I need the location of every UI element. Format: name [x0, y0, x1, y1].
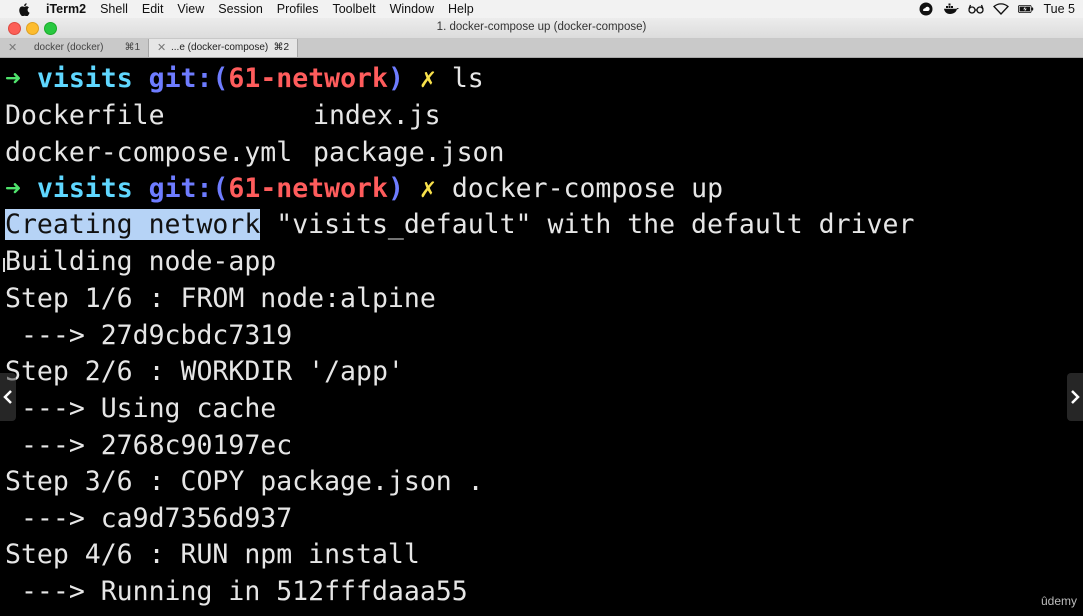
creative-cloud-icon[interactable]	[918, 2, 934, 16]
menu-view[interactable]: View	[177, 2, 204, 16]
prompt-arrow-icon: ➜	[5, 63, 21, 94]
menu-profiles[interactable]: Profiles	[277, 2, 319, 16]
prompt-git-close: )	[387, 173, 404, 204]
glasses-icon[interactable]	[968, 2, 985, 16]
menu-session[interactable]: Session	[218, 2, 262, 16]
selected-text[interactable]: Creating network	[5, 209, 261, 240]
tab-docker[interactable]: ✕ docker (docker) ⌘1	[0, 39, 149, 57]
prompt-directory: visits	[36, 63, 133, 94]
ls-output-row: docker-compose.yml package.json	[5, 134, 504, 171]
ls-entry: package.json	[313, 137, 505, 168]
ls-entry: index.js	[313, 100, 441, 131]
docker-whale-icon[interactable]	[943, 2, 960, 16]
menu-bar: iTerm2 Shell Edit View Session Profiles …	[0, 0, 1083, 18]
menu-app-iterm2[interactable]: iTerm2	[46, 2, 86, 16]
battery-icon[interactable]	[1018, 2, 1034, 16]
output-line: ---> 2768c90197ec	[5, 430, 293, 461]
output-line: Step 4/6 : RUN npm install	[5, 539, 420, 570]
prompt-dirty-icon: ✗	[419, 63, 436, 94]
output-line: ---> Using cache	[5, 393, 277, 424]
output-line: Step 2/6 : WORKDIR '/app'	[5, 356, 404, 387]
prompt-arrow-icon: ➜	[5, 173, 21, 204]
menu-clock[interactable]: Tue 5	[1043, 2, 1075, 16]
prompt-command: docker-compose up	[451, 173, 724, 204]
menu-shell[interactable]: Shell	[100, 2, 128, 16]
window-title: 1. docker-compose up (docker-compose)	[436, 21, 647, 33]
window-title-bar[interactable]: 1. docker-compose up (docker-compose)	[0, 18, 1083, 39]
tab-label: ...e (docker-compose)	[171, 42, 269, 53]
prompt-branch: 61-network	[228, 173, 388, 204]
tab-close-icon[interactable]: ✕	[157, 41, 166, 54]
output-text: "visits_default" with the default driver	[260, 209, 915, 240]
menu-toolbelt[interactable]: Toolbelt	[332, 2, 375, 16]
chevron-right-icon	[1071, 390, 1080, 404]
output-line: Step 3/6 : COPY package.json .	[5, 466, 484, 497]
terminal-output[interactable]: ➜ visits git:(61-network) ✗ ls Dockerfil…	[0, 58, 1083, 616]
ls-entry: Dockerfile	[5, 100, 165, 131]
output-line: Step 1/6 : FROM node:alpine	[5, 283, 436, 314]
prompt-branch: 61-network	[228, 63, 388, 94]
output-line: ---> Running in 512fffdaaa55	[5, 576, 468, 607]
chevron-left-icon	[3, 390, 12, 404]
menu-edit[interactable]: Edit	[142, 2, 164, 16]
prompt-dirty-icon: ✗	[419, 173, 436, 204]
prompt-command: ls	[451, 63, 484, 94]
prompt-line: ➜ visits git:(61-network) ✗ ls	[5, 60, 484, 97]
previous-slide-button[interactable]	[0, 373, 16, 421]
ls-entry: docker-compose.yml	[5, 137, 293, 168]
output-line: ---> 27d9cbdc7319	[5, 320, 293, 351]
tab-docker-compose[interactable]: ✕ ...e (docker-compose) ⌘2	[149, 39, 298, 57]
wifi-icon[interactable]	[993, 2, 1010, 16]
tab-label: docker (docker)	[34, 42, 104, 53]
next-slide-button[interactable]	[1067, 373, 1083, 421]
prompt-git-close: )	[387, 63, 404, 94]
ls-output-row: Dockerfile index.js	[5, 97, 441, 134]
output-line: Building node-app	[5, 246, 277, 277]
tab-close-icon[interactable]: ✕	[8, 41, 17, 54]
prompt-git-open: git:(	[148, 63, 229, 94]
tab-bar: ✕ docker (docker) ⌘1 ✕ ...e (docker-comp…	[0, 39, 1083, 58]
menu-help[interactable]: Help	[448, 2, 474, 16]
output-line: ---> ca9d7356d937	[5, 503, 293, 534]
output-line: Creating network "visits_default" with t…	[5, 206, 914, 243]
text-cursor-icon	[3, 258, 5, 272]
prompt-directory: visits	[36, 173, 133, 204]
apple-menu-icon[interactable]	[18, 2, 30, 16]
menu-window[interactable]: Window	[390, 2, 434, 16]
prompt-line: ➜ visits git:(61-network) ✗ docker-compo…	[5, 170, 723, 207]
udemy-watermark: ûdemy	[1040, 594, 1077, 608]
tab-shortcut: ⌘1	[124, 42, 140, 53]
tab-shortcut: ⌘2	[273, 42, 289, 53]
prompt-git-open: git:(	[148, 173, 229, 204]
menu-extras: Tue 5	[918, 0, 1083, 18]
